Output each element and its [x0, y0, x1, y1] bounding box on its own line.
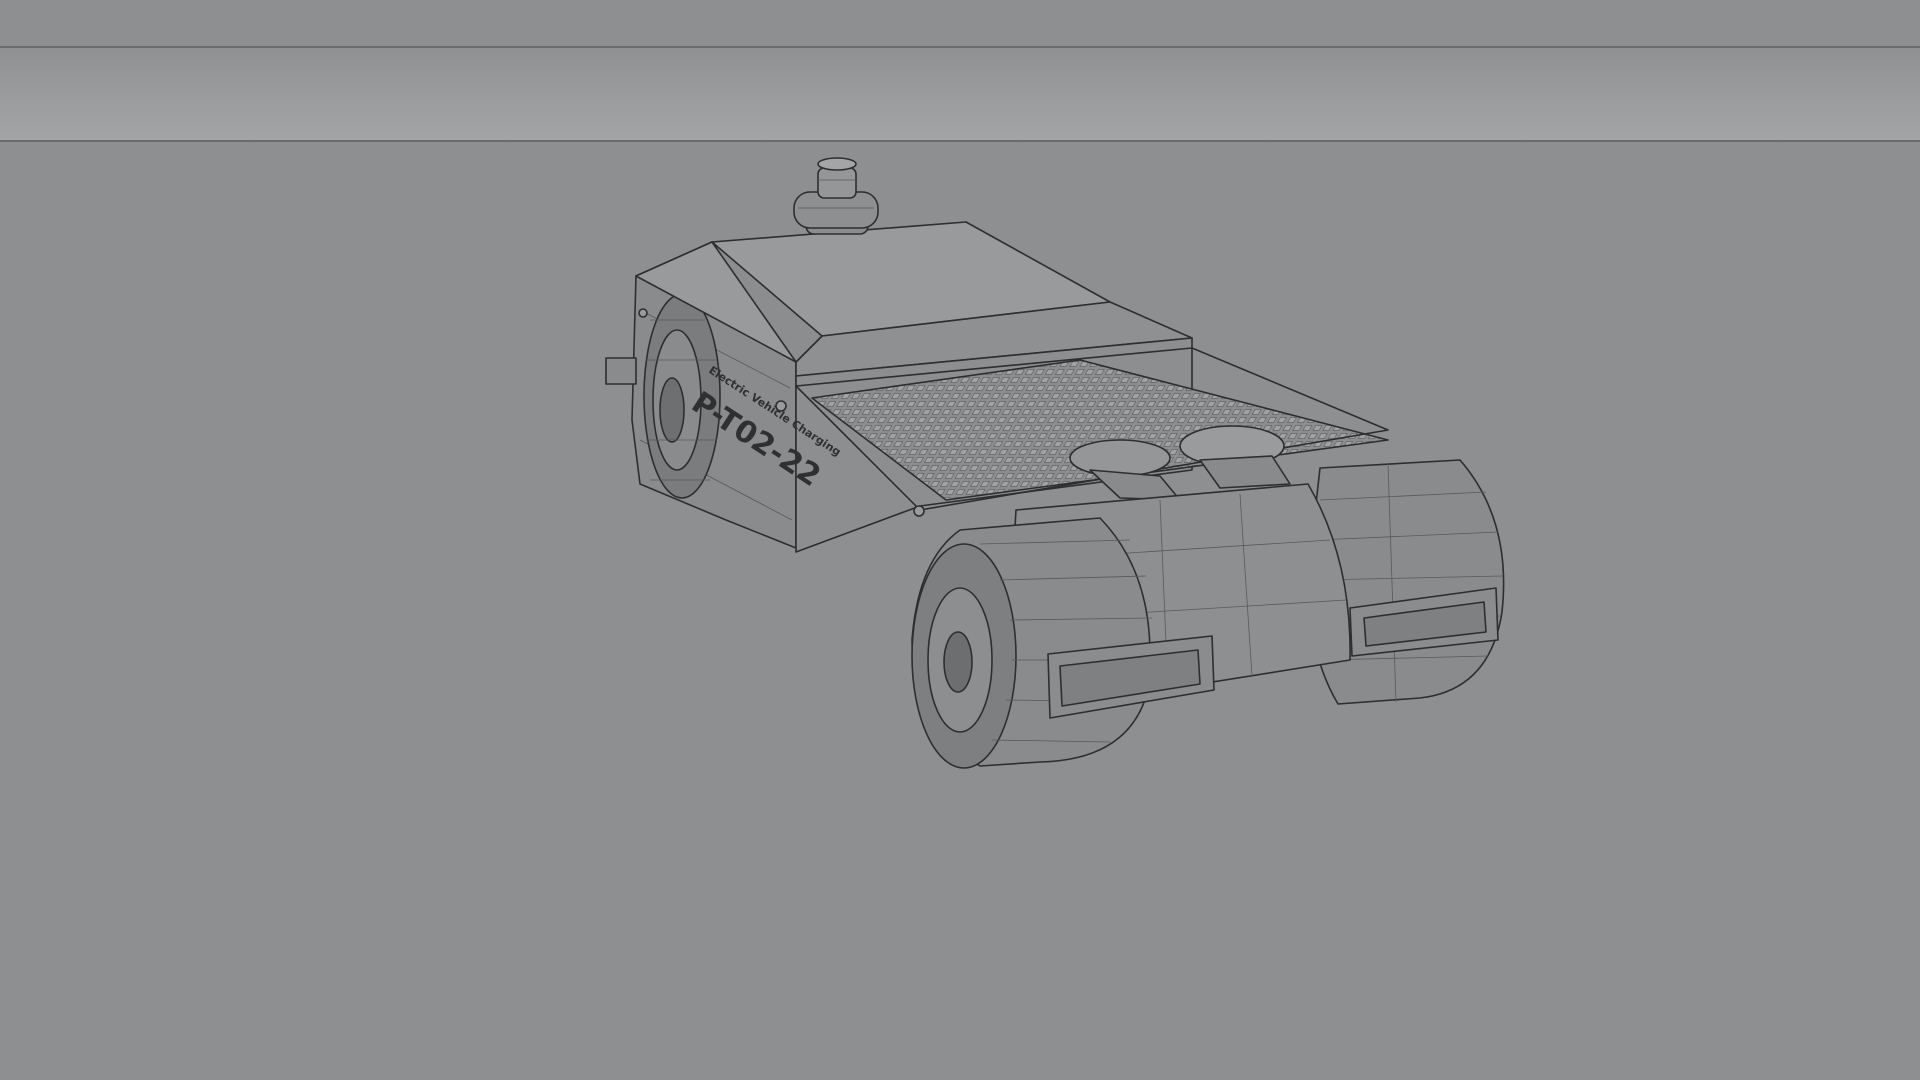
- bolt: [775, 400, 787, 412]
- bolt: [638, 308, 648, 318]
- rear-tab: [605, 357, 637, 385]
- vehicle-model[interactable]: Electric Vehicle Charging P-T02-22: [0, 0, 1920, 1080]
- 3d-viewport[interactable]: Electric Vehicle Charging P-T02-22: [0, 0, 1920, 1080]
- wheel-front-left: [911, 517, 1153, 769]
- beacon-light: [793, 157, 879, 235]
- bolt: [913, 505, 925, 517]
